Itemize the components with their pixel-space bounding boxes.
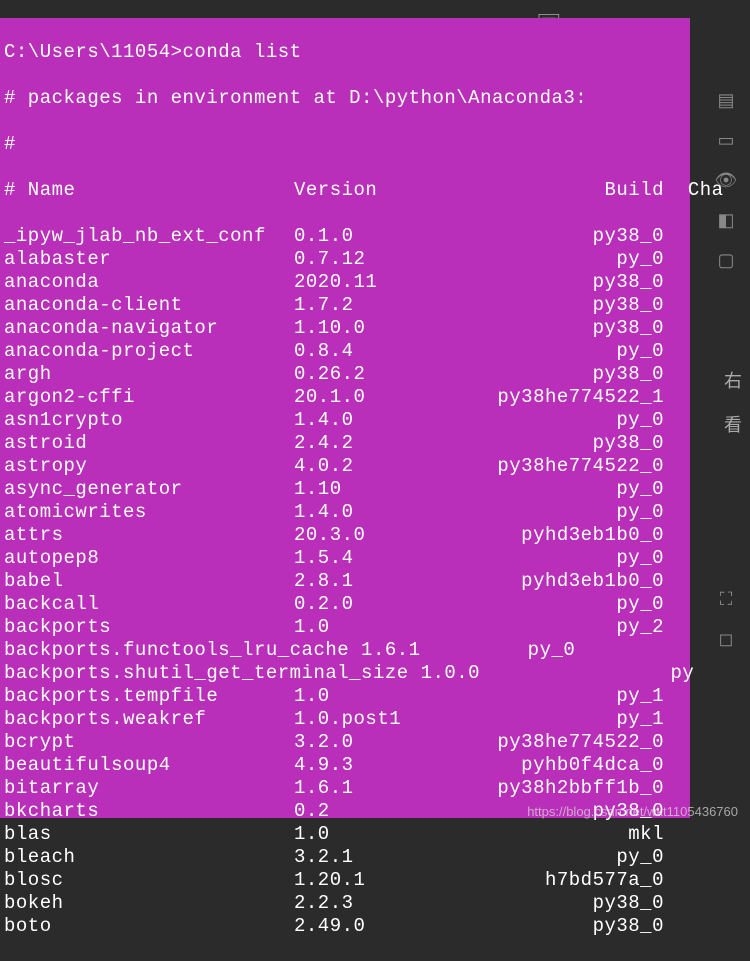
package-row: astroid2.4.2py38_0 [4,432,724,455]
right-text: 右 看 [724,370,748,436]
package-row: backcall0.2.0py_0 [4,593,724,616]
archive-icon[interactable]: ▭ [717,130,734,152]
package-row: blas1.0mkl [4,823,724,846]
watermark: https://blog.csdn.net/wkt1105436760 [527,804,738,819]
package-row: babel2.8.1pyhd3eb1b0_0 [4,570,724,593]
package-row: backports.weakref1.0.post1py_1 [4,708,724,731]
eye-icon[interactable]: 👁 [715,170,738,192]
env-line: # packages in environment at D:\python\A… [4,87,724,110]
prompt-line: C:\Users\11054>conda list [4,41,724,64]
package-row: async_generator1.10py_0 [4,478,724,501]
package-row: anaconda-navigator1.10.0py38_0 [4,317,724,340]
terminal-output[interactable]: C:\Users\11054>conda list # packages in … [4,18,724,961]
outline-icon[interactable]: ▤ [717,90,734,112]
package-row: anaconda-client1.7.2py38_0 [4,294,724,317]
package-row: argon2-cffi20.1.0py38he774522_1 [4,386,724,409]
package-row: bokeh2.2.3py38_0 [4,892,724,915]
package-row: anaconda2020.11py38_0 [4,271,724,294]
package-row: boto2.49.0py38_0 [4,915,724,938]
package-row: bleach3.2.1py_0 [4,846,724,869]
package-row: backports.tempfile1.0py_1 [4,685,724,708]
package-row: anaconda-project0.8.4py_0 [4,340,724,363]
screen-icon[interactable]: ▢ [717,250,734,272]
package-row: blosc1.20.1h7bd577a_0 [4,869,724,892]
package-row: backports.functools_lru_cache 1.6.1 py_0 [4,639,724,662]
package-row: beautifulsoup44.9.3pyhb0f4dca_0 [4,754,724,777]
package-row: astropy4.0.2py38he774522_0 [4,455,724,478]
package-row: asn1crypto1.4.0py_0 [4,409,724,432]
rect-icon[interactable]: ◻ [719,629,734,651]
package-row: backports1.0py_2 [4,616,724,639]
package-row: attrs20.3.0pyhd3eb1b0_0 [4,524,724,547]
package-row: backports.shutil_get_terminal_size 1.0.0… [4,662,724,685]
right-icon-panel: ▤ ▭ 👁 ◧ ▢ ⛶ ◻ [702,90,750,790]
header-row: # NameVersionBuild Cha [4,179,724,202]
package-row: alabaster0.7.12py_0 [4,248,724,271]
package-row: argh0.26.2py38_0 [4,363,724,386]
corners-icon[interactable]: ⛶ [720,590,733,611]
split-icon[interactable]: ◧ [717,210,734,232]
package-row: atomicwrites1.4.0py_0 [4,501,724,524]
package-row: autopep81.5.4py_0 [4,547,724,570]
package-row: bcrypt3.2.0py38he774522_0 [4,731,724,754]
package-row: bitarray1.6.1py38h2bbff1b_0 [4,777,724,800]
package-row: _ipyw_jlab_nb_ext_conf0.1.0py38_0 [4,225,724,248]
hash-line: # [4,133,724,156]
